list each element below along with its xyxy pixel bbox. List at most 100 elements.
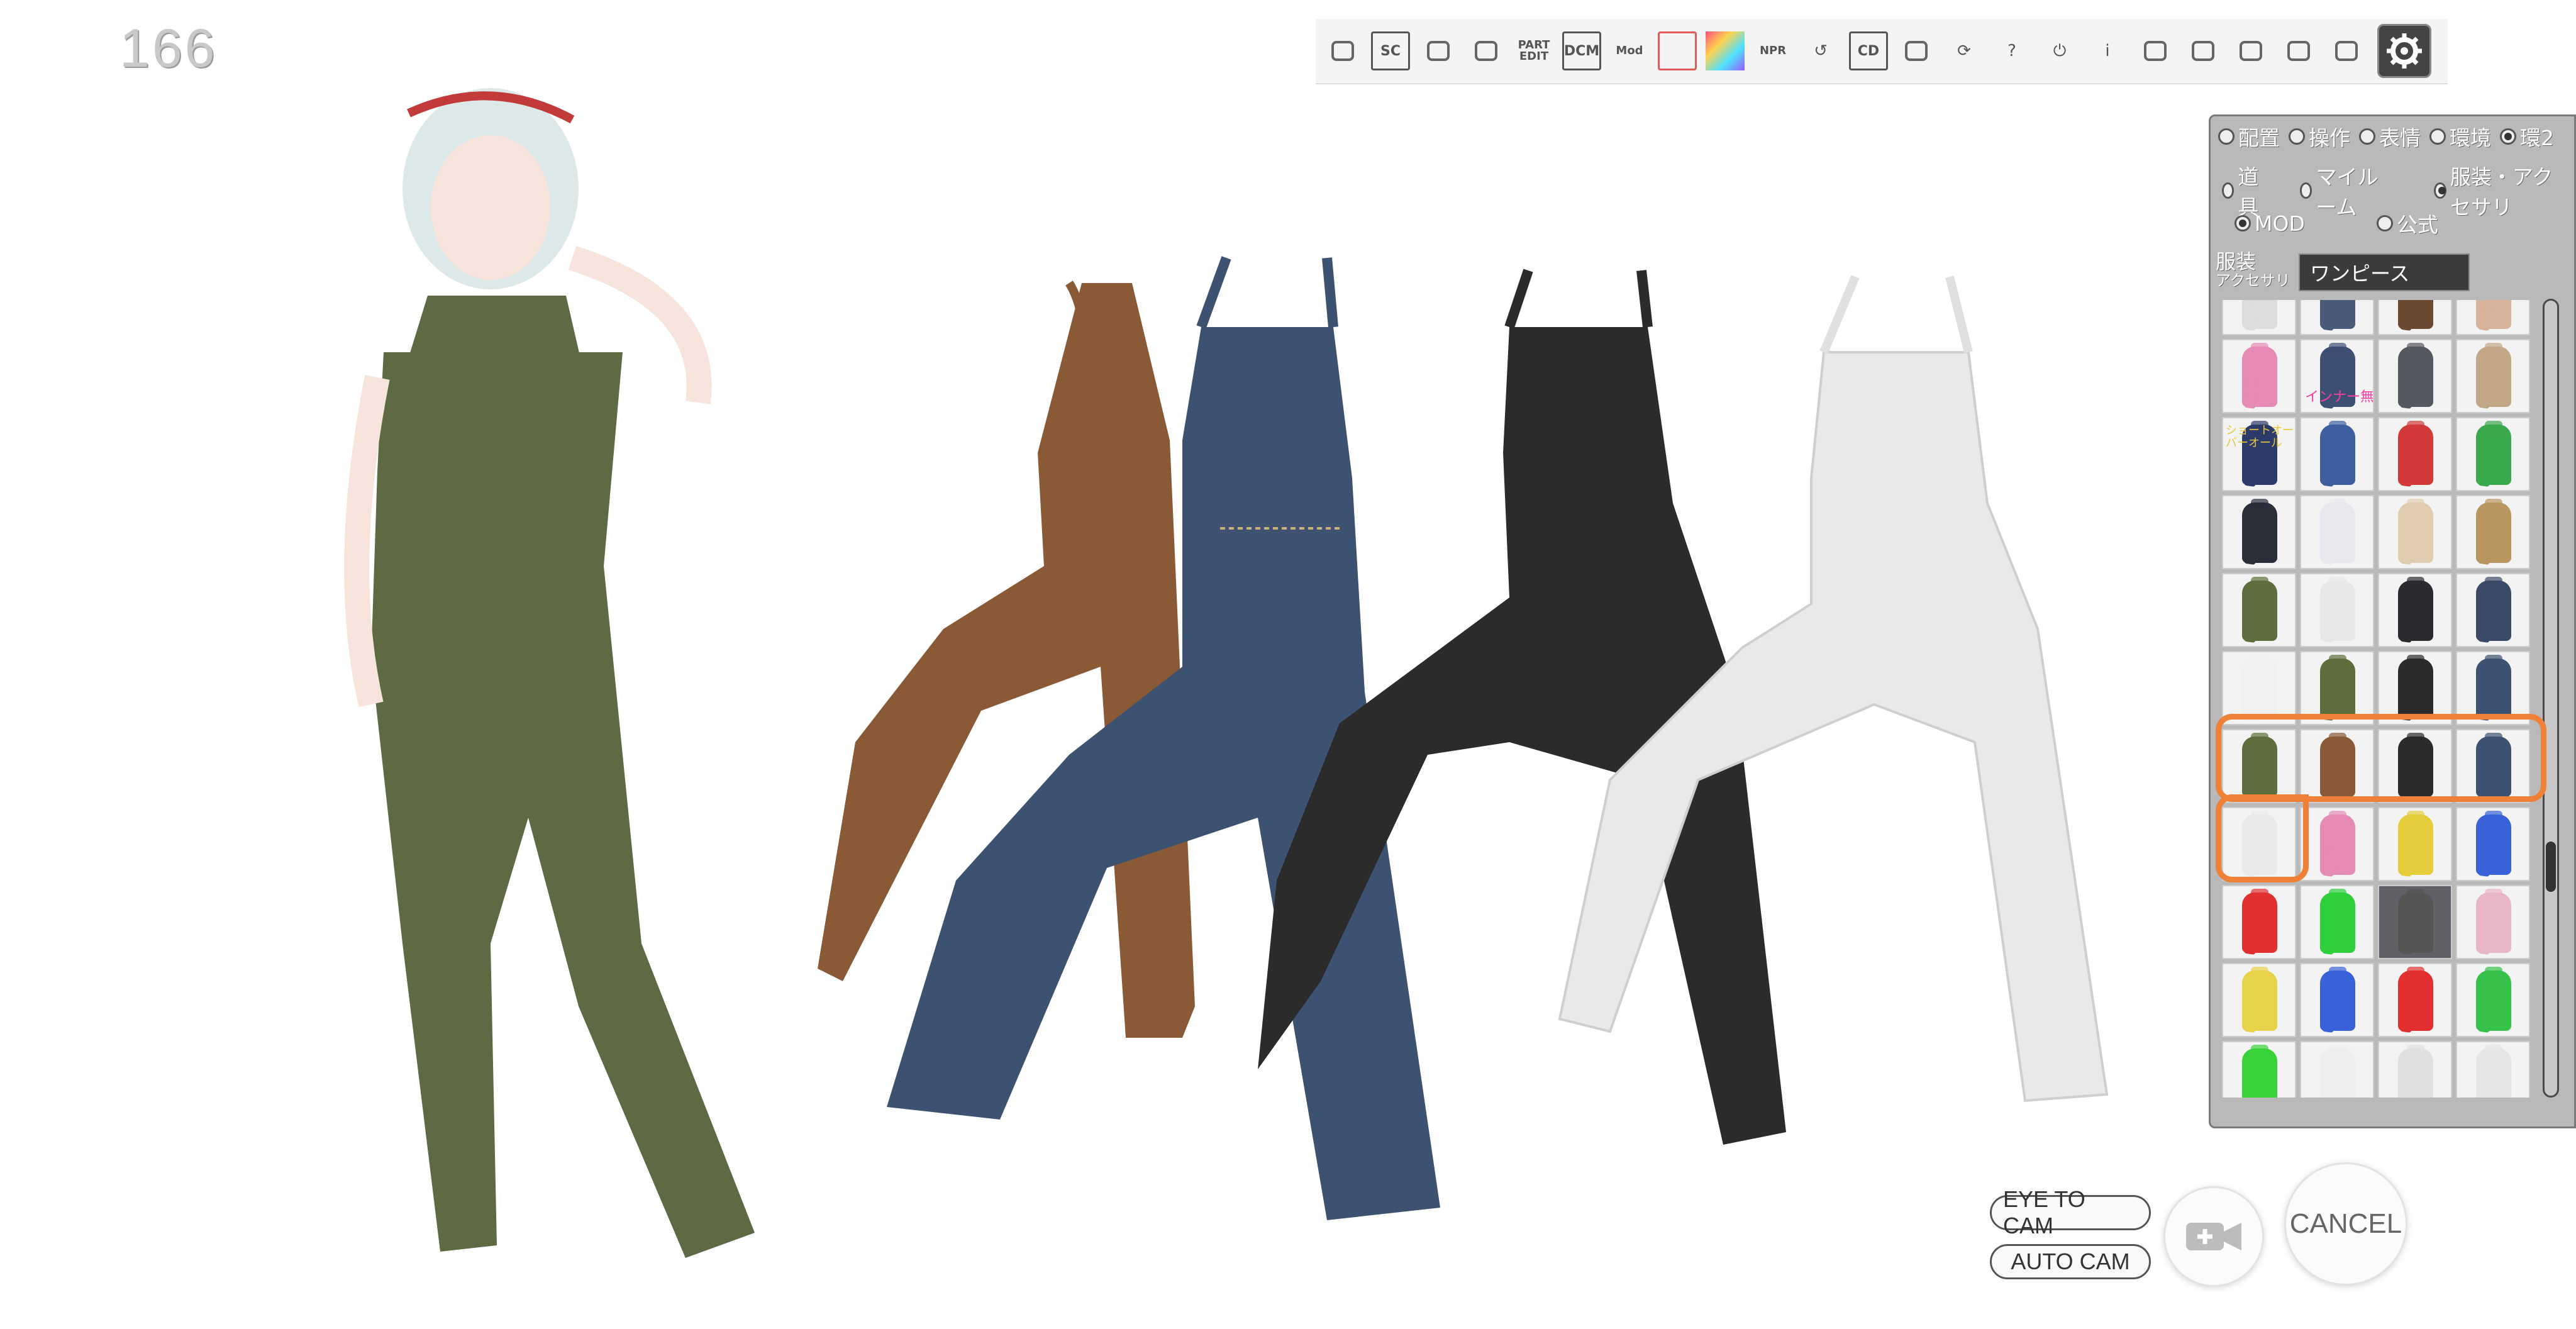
outfit-thumbnail[interactable] <box>2378 1041 2452 1098</box>
outfit-figure-icon <box>2398 577 2433 641</box>
camera-icon[interactable] <box>2279 31 2318 70</box>
dcm-button-label: DCM <box>1563 43 1600 59</box>
outfit-thumbnail[interactable] <box>2300 417 2374 491</box>
radio-icon[interactable] <box>2433 182 2446 199</box>
info-icon[interactable]: i <box>2088 31 2127 70</box>
outfit-thumbnail[interactable] <box>2222 495 2296 569</box>
radio-icon[interactable] <box>2359 128 2375 145</box>
color-gradient-icon[interactable] <box>1706 31 1745 70</box>
radio-icon[interactable] <box>2222 182 2235 199</box>
help-icon[interactable]: ? <box>1992 31 2031 70</box>
outfit-thumbnail[interactable] <box>2300 963 2374 1037</box>
ui-camera-icon[interactable] <box>2231 31 2270 70</box>
outfit-thumbnail[interactable] <box>2378 495 2452 569</box>
viewport-scene <box>344 88 2109 1258</box>
panel-tabs-row1: 配置 操作 表情 環境 環2 <box>2218 121 2563 152</box>
part-edit-button[interactable]: PART EDIT <box>1514 31 1553 70</box>
outfit-figure-icon <box>2398 499 2433 563</box>
outfit-thumbnail[interactable] <box>2378 339 2452 413</box>
outfit-thumbnail[interactable] <box>2378 807 2452 881</box>
outfit-thumbnail[interactable] <box>2300 807 2374 881</box>
eye-icon[interactable] <box>1419 31 1458 70</box>
mod-button[interactable]: Mod <box>1610 31 1649 70</box>
radio-option[interactable]: MOD <box>2235 211 2305 236</box>
outfit-thumbnail[interactable] <box>2456 417 2530 491</box>
outfit-thumbnail[interactable] <box>2378 573 2452 647</box>
outfit-thumbnail[interactable] <box>2300 495 2374 569</box>
outfit-thumbnail[interactable] <box>2378 300 2452 335</box>
wrench-icon[interactable] <box>1467 31 1506 70</box>
sc-button[interactable]: SC <box>1371 31 1410 70</box>
outfit-thumbnail[interactable] <box>2378 963 2452 1037</box>
basket-icon[interactable] <box>2184 31 2223 70</box>
radio-icon[interactable] <box>2376 215 2393 231</box>
radio-icon[interactable] <box>2500 128 2516 145</box>
pose-icon[interactable] <box>1323 31 1362 70</box>
outfit-figure-icon <box>2242 577 2277 641</box>
outfit-thumbnail[interactable] <box>2222 1041 2296 1098</box>
settings-gear-icon[interactable] <box>2377 24 2431 78</box>
outfit-thumbnail[interactable]: インナー無 <box>2300 339 2374 413</box>
outfit-thumbnail[interactable] <box>2378 417 2452 491</box>
refresh-icon[interactable]: ⟳ <box>1945 31 1984 70</box>
outfit-figure-icon <box>2398 811 2433 875</box>
radio-option[interactable]: 環2 <box>2500 121 2554 152</box>
cancel-label: CANCEL <box>2289 1208 2402 1239</box>
outfit-thumbnail[interactable] <box>2456 963 2530 1037</box>
outfit-thumbnail[interactable] <box>2456 1041 2530 1098</box>
undo-icon-label: ↺ <box>1814 42 1828 60</box>
add-camera-button[interactable] <box>2163 1186 2264 1287</box>
outfit-thumbnail[interactable]: ショートオーバーオール <box>2222 417 2296 491</box>
outfit-thumbnail[interactable] <box>2222 885 2296 959</box>
gears-icon[interactable] <box>2327 31 2366 70</box>
radio-icon[interactable] <box>2218 128 2235 145</box>
radio-option[interactable]: 表情 <box>2359 121 2421 152</box>
auto-cam-button[interactable]: AUTO CAM <box>1990 1244 2151 1279</box>
outfit-figure-icon <box>2476 655 2511 719</box>
radio-icon[interactable] <box>2289 128 2305 145</box>
glasses-icon[interactable] <box>1897 31 1936 70</box>
dcm-button[interactable]: DCM <box>1562 31 1601 70</box>
device-icon[interactable] <box>1658 31 1697 70</box>
outfit-thumbnail[interactable] <box>2222 300 2296 335</box>
scrollbar-thumb[interactable] <box>2546 842 2556 892</box>
outfit-thumbnail[interactable] <box>2222 963 2296 1037</box>
outfit-thumbnail[interactable] <box>2378 885 2452 959</box>
outfit-thumbnail[interactable] <box>2300 885 2374 959</box>
radio-option[interactable]: 操作 <box>2289 121 2350 152</box>
radio-option[interactable]: 公式 <box>2376 208 2438 238</box>
outfit-thumbnail[interactable] <box>2300 1041 2374 1098</box>
radio-icon[interactable] <box>2235 215 2251 231</box>
outfit-thumbnail[interactable] <box>2456 807 2530 881</box>
category-label: 服装 アクセサリ <box>2216 252 2290 290</box>
outfit-thumbnail[interactable] <box>2456 573 2530 647</box>
radio-option[interactable]: 服装・アクセサリ <box>2433 160 2565 221</box>
npr-button[interactable]: NPR <box>1753 31 1792 70</box>
source-toggle-row: MOD 公式 <box>2235 208 2447 238</box>
outfit-thumbnail[interactable] <box>2222 339 2296 413</box>
outfit-figure-icon <box>2476 421 2511 485</box>
outfit-thumbnail[interactable] <box>2222 573 2296 647</box>
undo-icon[interactable]: ↺ <box>1801 31 1840 70</box>
outfit-thumbnail[interactable] <box>2456 300 2530 335</box>
grid-scrollbar[interactable] <box>2543 299 2559 1098</box>
cancel-button[interactable]: CANCEL <box>2284 1162 2407 1286</box>
thumbnail-caption: ショートオーバーオール <box>2226 424 2294 450</box>
power-icon[interactable]: ⏻ <box>2040 31 2079 70</box>
video-camera-plus-icon <box>2186 1223 2241 1250</box>
category-select[interactable]: ワンピース <box>2299 253 2470 291</box>
axis-icon[interactable] <box>2136 31 2175 70</box>
radio-option[interactable]: 環境 <box>2429 121 2491 152</box>
outfit-thumbnail[interactable] <box>2456 339 2530 413</box>
outfit-thumbnail[interactable] <box>2456 885 2530 959</box>
outfit-thumbnail[interactable] <box>2300 573 2374 647</box>
radio-option[interactable]: 配置 <box>2218 121 2280 152</box>
radio-icon[interactable] <box>2429 128 2446 145</box>
outfit-thumbnail[interactable] <box>2300 300 2374 335</box>
eye-to-cam-button[interactable]: EYE TO CAM <box>1990 1186 2151 1238</box>
outfit-thumbnail[interactable] <box>2456 495 2530 569</box>
radio-icon[interactable] <box>2299 182 2312 199</box>
outfit-figure-icon <box>2398 421 2433 485</box>
cd-button[interactable]: CD <box>1849 31 1888 70</box>
outfit-figure-icon <box>2242 967 2277 1031</box>
